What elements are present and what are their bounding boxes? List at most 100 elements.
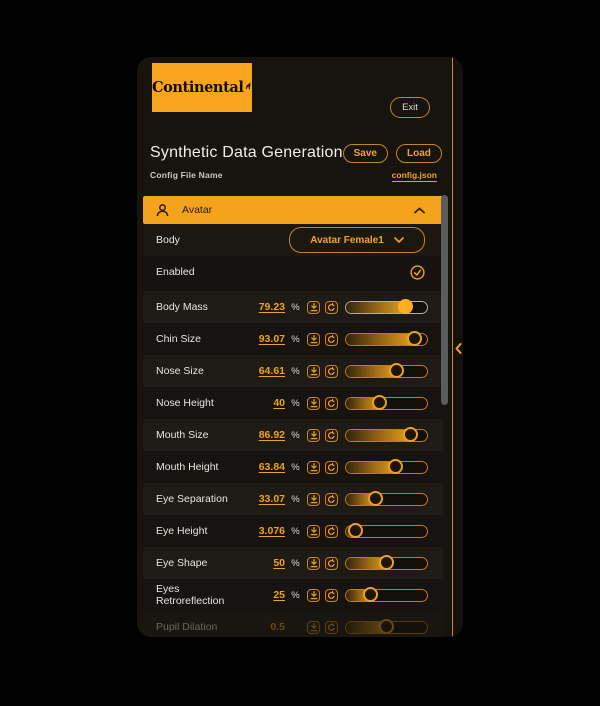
slider-label: Eye Height [150, 525, 237, 537]
arrow-down-icon [310, 431, 318, 440]
slider-track[interactable] [345, 557, 428, 570]
slider-label: Eye Separation [150, 493, 237, 505]
reset-icon [327, 463, 336, 472]
arrow-down-icon [310, 591, 318, 600]
slider-value[interactable]: 50 [237, 557, 285, 569]
body-label: Body [156, 234, 289, 246]
reset-value-button[interactable] [325, 589, 338, 602]
slider-thumb[interactable] [403, 427, 418, 442]
reset-value-button[interactable] [325, 557, 338, 570]
horse-icon [245, 79, 252, 93]
slider-track[interactable] [345, 589, 428, 602]
reset-value-button[interactable] [325, 397, 338, 410]
load-button[interactable]: Load [396, 144, 442, 163]
slider-track[interactable] [345, 621, 428, 634]
scrollbar-thumb[interactable] [441, 195, 448, 405]
arrow-down-icon [310, 303, 318, 312]
slider-row: Mouth Size 86.92 % [143, 419, 443, 451]
slider-label: Pupil Dilation [150, 621, 237, 633]
exit-button[interactable]: Exit [390, 97, 430, 118]
person-icon [155, 203, 170, 218]
slider-value[interactable]: 64.61 [237, 365, 285, 377]
slider-thumb[interactable] [372, 395, 387, 410]
apply-value-button[interactable] [307, 589, 320, 602]
slider-thumb[interactable] [348, 523, 363, 538]
reset-value-button[interactable] [325, 461, 338, 474]
reset-value-button[interactable] [325, 301, 338, 314]
body-dropdown[interactable]: Avatar Female1 [289, 227, 425, 253]
arrow-down-icon [310, 623, 318, 632]
panel-header: Continental Exit Synthetic Data Generati… [137, 57, 463, 196]
slider-value[interactable]: 79.23 [237, 301, 285, 313]
slider-track[interactable] [345, 525, 428, 538]
avatar-section-header[interactable]: Avatar [143, 196, 443, 224]
percent-sign: % [289, 526, 302, 537]
percent-sign: % [289, 366, 302, 377]
slider-thumb[interactable] [379, 555, 394, 570]
slider-track[interactable] [345, 333, 428, 346]
slider-track[interactable] [345, 461, 428, 474]
slider-thumb[interactable] [368, 491, 383, 506]
slider-label: Nose Height [150, 397, 237, 409]
slider-value[interactable]: 93.07 [237, 333, 285, 345]
slider-value[interactable]: 86.92 [237, 429, 285, 441]
reset-value-button[interactable] [325, 493, 338, 506]
config-file-link[interactable]: config.json [392, 170, 437, 182]
apply-value-button[interactable] [307, 365, 320, 378]
apply-value-button[interactable] [307, 621, 320, 634]
reset-value-button[interactable] [325, 429, 338, 442]
slider-value[interactable]: 25 [237, 589, 285, 601]
reset-icon [327, 527, 336, 536]
reset-icon [327, 303, 336, 312]
apply-value-button[interactable] [307, 557, 320, 570]
arrow-down-icon [310, 399, 318, 408]
slider-value[interactable]: 63.84 [237, 461, 285, 473]
slider-value[interactable]: 33.07 [237, 493, 285, 505]
apply-value-button[interactable] [307, 429, 320, 442]
reset-value-button[interactable] [325, 525, 338, 538]
chevron-left-icon [455, 343, 462, 354]
apply-value-button[interactable] [307, 397, 320, 410]
apply-value-button[interactable] [307, 525, 320, 538]
slider-track[interactable] [345, 493, 428, 506]
slider-track[interactable] [345, 429, 428, 442]
apply-value-button[interactable] [307, 461, 320, 474]
reset-icon [327, 591, 336, 600]
continental-logo: Continental [152, 63, 252, 112]
slider-thumb[interactable] [379, 619, 394, 634]
slider-thumb[interactable] [407, 331, 422, 346]
arrow-down-icon [310, 527, 318, 536]
enabled-row: Enabled [143, 256, 443, 288]
slider-track[interactable] [345, 397, 428, 410]
slider-track[interactable] [345, 365, 428, 378]
reset-value-button[interactable] [325, 333, 338, 346]
chevron-down-icon [394, 237, 404, 243]
percent-sign: % [289, 398, 302, 409]
continental-logo-text: Continental [152, 79, 243, 96]
slider-thumb[interactable] [398, 299, 413, 314]
collapse-panel-button[interactable] [453, 340, 463, 356]
arrow-down-icon [310, 463, 318, 472]
slider-row: Nose Size 64.61 % [143, 355, 443, 387]
percent-sign: % [289, 430, 302, 441]
slider-value[interactable]: 3.076 [237, 525, 285, 537]
slider-thumb[interactable] [389, 363, 404, 378]
body-dropdown-value: Avatar Female1 [310, 235, 384, 246]
slider-track[interactable] [345, 301, 428, 314]
reset-value-button[interactable] [325, 621, 338, 634]
apply-value-button[interactable] [307, 493, 320, 506]
reset-value-button[interactable] [325, 365, 338, 378]
save-button[interactable]: Save [343, 144, 388, 163]
config-row: Config File Name config.json [150, 170, 437, 182]
apply-value-button[interactable] [307, 333, 320, 346]
slider-value[interactable]: 40 [237, 397, 285, 409]
slider-value[interactable]: 0.5 [237, 621, 285, 633]
arrow-down-icon [310, 335, 318, 344]
slider-label: Mouth Height [150, 461, 237, 473]
apply-value-button[interactable] [307, 301, 320, 314]
slider-thumb[interactable] [363, 587, 378, 602]
slider-thumb[interactable] [388, 459, 403, 474]
check-circle-icon[interactable] [410, 265, 425, 280]
config-file-label: Config File Name [150, 170, 223, 180]
reset-icon [327, 367, 336, 376]
